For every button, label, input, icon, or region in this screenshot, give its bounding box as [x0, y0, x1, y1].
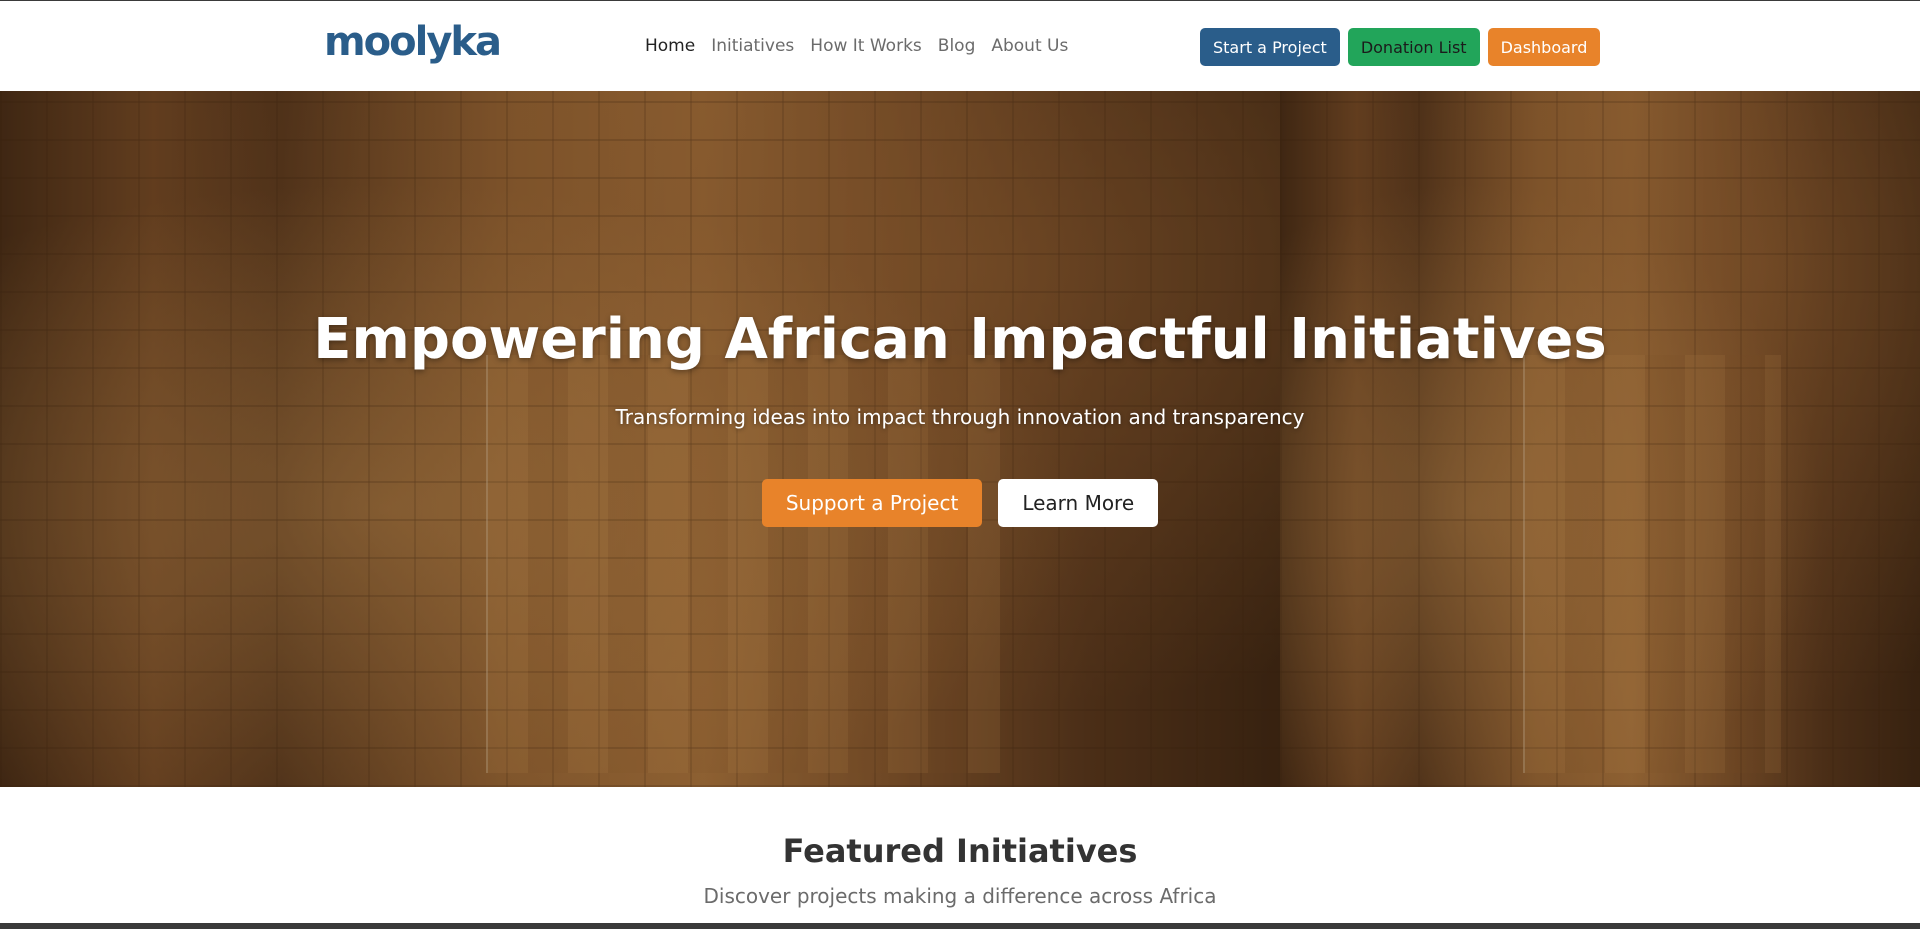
hero-subtitle: Transforming ideas into impact through i… [615, 405, 1305, 429]
nav-link-home[interactable]: Home [645, 36, 695, 56]
featured-section-subtitle: Discover projects making a difference ac… [703, 884, 1217, 908]
nav-link-blog[interactable]: Blog [938, 36, 976, 56]
dashboard-button[interactable]: Dashboard [1487, 28, 1601, 66]
nav-link-initiatives[interactable]: Initiatives [711, 36, 794, 56]
support-project-button[interactable]: Support a Project [761, 479, 983, 527]
nav-link-about-us[interactable]: About Us [991, 36, 1068, 56]
hero-overlay [0, 91, 1920, 787]
navbar: moolyka Home Initiatives How It Works Bl… [0, 1, 1920, 91]
start-project-button[interactable]: Start a Project [1200, 28, 1340, 66]
donation-list-button[interactable]: Donation List [1347, 28, 1480, 66]
hero-section: Empowering African Impactful Initiatives… [0, 91, 1920, 787]
hero-actions: Support a Project Learn More [0, 479, 1920, 527]
main-nav: Home Initiatives How It Works Blog About… [645, 36, 1068, 56]
featured-section-title: Featured Initiatives [782, 832, 1138, 870]
window-bottom-border [0, 923, 1920, 929]
nav-link-how-it-works[interactable]: How It Works [810, 36, 921, 56]
brand-logo[interactable]: moolyka [324, 19, 502, 65]
learn-more-button[interactable]: Learn More [998, 479, 1159, 527]
hero-title: Empowering African Impactful Initiatives [313, 307, 1607, 372]
nav-actions: Start a Project Donation List Dashboard [1200, 28, 1601, 66]
